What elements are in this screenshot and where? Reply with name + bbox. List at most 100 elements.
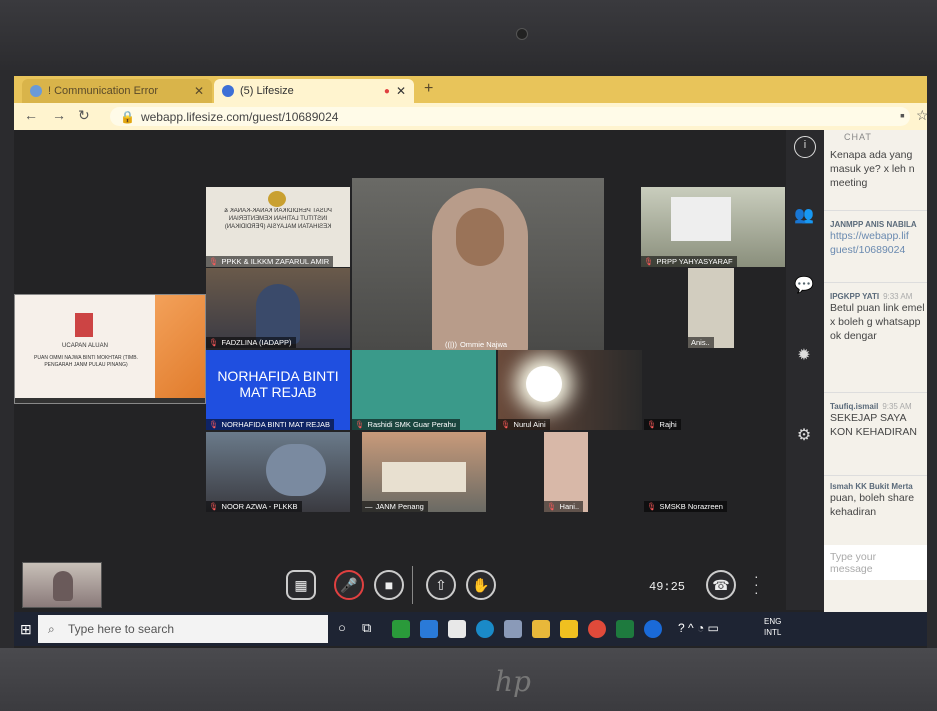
mute-mic-button[interactable]: 🎤 bbox=[334, 570, 364, 600]
participant-tile[interactable]: 🎙 Hani.. bbox=[544, 432, 588, 512]
participant-name: ((|)) Ommie Najwa bbox=[445, 340, 508, 349]
participant-name: 🎙 Nurul Aini bbox=[498, 419, 550, 430]
file-explorer-icon[interactable] bbox=[532, 620, 550, 638]
participant-tile[interactable]: 🎙 FADZLINA (IADAPP) bbox=[206, 268, 350, 348]
forward-icon[interactable]: → bbox=[52, 107, 66, 123]
whiteboard bbox=[671, 197, 731, 241]
speaker-face bbox=[456, 208, 504, 266]
more-options-icon[interactable]: · · · bbox=[754, 569, 759, 599]
participant-tile[interactable]: 🎙 SMSKB Norazreen bbox=[644, 492, 754, 512]
brightness-icon[interactable]: ✹ bbox=[794, 346, 814, 366]
mail-icon[interactable] bbox=[420, 620, 438, 638]
crest-icon bbox=[268, 191, 286, 207]
meeting-table bbox=[382, 462, 466, 492]
hang-up-button[interactable]: ☎ bbox=[706, 570, 736, 600]
raise-hand-button[interactable]: ✋ bbox=[466, 570, 496, 600]
participant-tile[interactable]: Anis.. bbox=[688, 268, 734, 348]
chat-input[interactable]: Type your message bbox=[824, 545, 927, 580]
lifesize-app: UCAPAN ALUAN PUAN OMMI NAJWA BINTI MOKHT… bbox=[14, 130, 927, 650]
reload-icon[interactable]: ↻ bbox=[78, 107, 90, 124]
windows-taskbar: ⊞ ⌕ Type here to search ○ ⧉ ? ^ ◔ ▭ ENG … bbox=[14, 612, 927, 646]
participant-tile[interactable]: 🎙 Rashidi SMK Guar Perahu bbox=[352, 350, 496, 430]
name-card-text: NORHAFIDA BINTI MAT REJAB bbox=[217, 368, 339, 400]
info-icon[interactable]: i bbox=[794, 136, 816, 158]
browser-tab-bar: ! Communication Error ✕ (5) Lifesize ● ✕… bbox=[14, 76, 927, 103]
bright-light bbox=[526, 366, 562, 402]
chat-message: IPGKPP YATI 9:33 AM Betul puan link emel … bbox=[830, 292, 925, 342]
chat-message: Ismah KK Bukit Merta puan, boleh share k… bbox=[830, 482, 915, 518]
app-sidebar: i 👥 💬 ✹ ⚙ bbox=[786, 130, 824, 610]
slide-footer bbox=[15, 398, 205, 403]
browser-icon[interactable] bbox=[392, 620, 410, 638]
mic-muted-icon: 🎙 bbox=[209, 257, 219, 266]
tab-communication-error[interactable]: ! Communication Error ✕ bbox=[22, 79, 212, 103]
close-icon[interactable]: ✕ bbox=[194, 84, 204, 98]
participant-tile[interactable]: 🎙 Nurul Aini bbox=[498, 350, 642, 430]
store-icon[interactable] bbox=[448, 620, 466, 638]
extension-icon[interactable]: ▪ bbox=[900, 107, 905, 123]
chat-message: Taufiq.ismail 9:35 AM SEKEJAP SAYA KON KE… bbox=[830, 402, 917, 438]
participant-tile[interactable]: — JANM Penang bbox=[362, 432, 486, 512]
windows-start-icon[interactable]: ⊞ bbox=[20, 621, 32, 638]
chat-message: Kenapa ada yang masuk ye? x leh n meetin… bbox=[830, 149, 915, 189]
lifesize-favicon-icon bbox=[222, 85, 234, 97]
system-tray-icons[interactable]: ? ^ ◔ ▭ bbox=[678, 621, 719, 635]
laptop-bezel-right bbox=[927, 70, 937, 650]
person-silhouette bbox=[266, 444, 326, 496]
org-text: PUSAT PERDIDIKAN KANAK-KANAK & INSTITUT … bbox=[224, 208, 332, 230]
layout-button[interactable]: ▦ bbox=[286, 570, 316, 600]
participant-name: 🎙 NOOR AZWA - PLKKB bbox=[206, 501, 302, 512]
self-view[interactable] bbox=[22, 562, 102, 608]
settings-icon[interactable]: ⚙ bbox=[794, 426, 814, 446]
laptop-bezel-left bbox=[0, 70, 14, 650]
participant-tile[interactable]: NORHAFIDA BINTI MAT REJAB 🎙 NORHAFIDA BIN… bbox=[206, 350, 350, 430]
camera-button[interactable]: ■ bbox=[374, 570, 404, 600]
share-screen-button[interactable]: ⇧ bbox=[426, 570, 456, 600]
tab-label: (5) Lifesize bbox=[240, 85, 294, 97]
participant-name: 🎙 PPKK & ILKKM ZAFARUL AMIR bbox=[206, 256, 334, 267]
chat-icon[interactable]: 💬 bbox=[794, 276, 814, 296]
laptop-bezel-top bbox=[0, 0, 937, 78]
slide-speaker: PUAN OMMI NAJWA BINTI MOKHTAR (TIMB. PEN… bbox=[34, 355, 138, 368]
sticky-notes-icon[interactable] bbox=[560, 620, 578, 638]
app-icon[interactable] bbox=[504, 620, 522, 638]
participant-name: 🎙 FADZLINA (IADAPP) bbox=[206, 337, 296, 348]
divider bbox=[824, 475, 927, 476]
participant-tile[interactable]: 🎙 PRPP YAHYASYARAF bbox=[641, 187, 785, 267]
task-view-icon[interactable]: ⧉ bbox=[362, 620, 371, 636]
chrome-icon[interactable] bbox=[588, 620, 606, 638]
search-icon: ⌕ bbox=[48, 621, 55, 636]
participant-tile[interactable]: PUSAT PERDIDIKAN KANAK-KANAK & INSTITUT … bbox=[206, 187, 350, 267]
webcam bbox=[516, 28, 528, 40]
participant-name: Anis.. bbox=[688, 337, 714, 348]
participant-tile[interactable]: 🎙 NOOR AZWA - PLKKB bbox=[206, 432, 350, 512]
slide-decor bbox=[155, 295, 205, 403]
close-icon[interactable]: ✕ bbox=[396, 84, 406, 98]
shared-slide: UCAPAN ALUAN PUAN OMMI NAJWA BINTI MOKHT… bbox=[14, 294, 206, 404]
tab-label: ! Communication Error bbox=[48, 85, 159, 97]
back-icon[interactable]: ← bbox=[24, 107, 38, 123]
participant-tile[interactable]: 🎙 Rajhi bbox=[644, 410, 704, 430]
bookmark-star-icon[interactable]: ☆ bbox=[916, 107, 929, 124]
active-speaker-tile[interactable]: ((|)) Ommie Najwa bbox=[352, 178, 604, 350]
participant-name: — JANM Penang bbox=[362, 501, 428, 512]
divider bbox=[412, 566, 413, 604]
browser-toolbar: ← → ↻ 🔒 webapp.lifesize.com/guest/106890… bbox=[14, 103, 929, 130]
language-indicator[interactable]: ENG INTL bbox=[764, 616, 781, 638]
participants-icon[interactable]: 👥 bbox=[794, 206, 814, 226]
excel-icon[interactable] bbox=[616, 620, 634, 638]
divider bbox=[824, 392, 927, 393]
cortana-icon[interactable]: ○ bbox=[338, 620, 346, 635]
divider bbox=[824, 282, 927, 283]
participant-name: 🎙 PRPP YAHYASYARAF bbox=[641, 256, 737, 267]
internet-explorer-icon[interactable] bbox=[644, 620, 662, 638]
slide-title: UCAPAN ALUAN bbox=[62, 343, 108, 349]
hp-logo: hp bbox=[495, 665, 531, 698]
address-bar[interactable]: 🔒 webapp.lifesize.com/guest/10689024 bbox=[110, 107, 910, 126]
chat-header: CHAT bbox=[844, 132, 872, 142]
person-silhouette bbox=[256, 284, 300, 344]
tab-lifesize[interactable]: (5) Lifesize ● ✕ bbox=[214, 79, 414, 103]
new-tab-button[interactable]: + bbox=[424, 80, 433, 98]
edge-icon[interactable] bbox=[476, 620, 494, 638]
taskbar-search[interactable]: ⌕ Type here to search bbox=[38, 615, 328, 643]
